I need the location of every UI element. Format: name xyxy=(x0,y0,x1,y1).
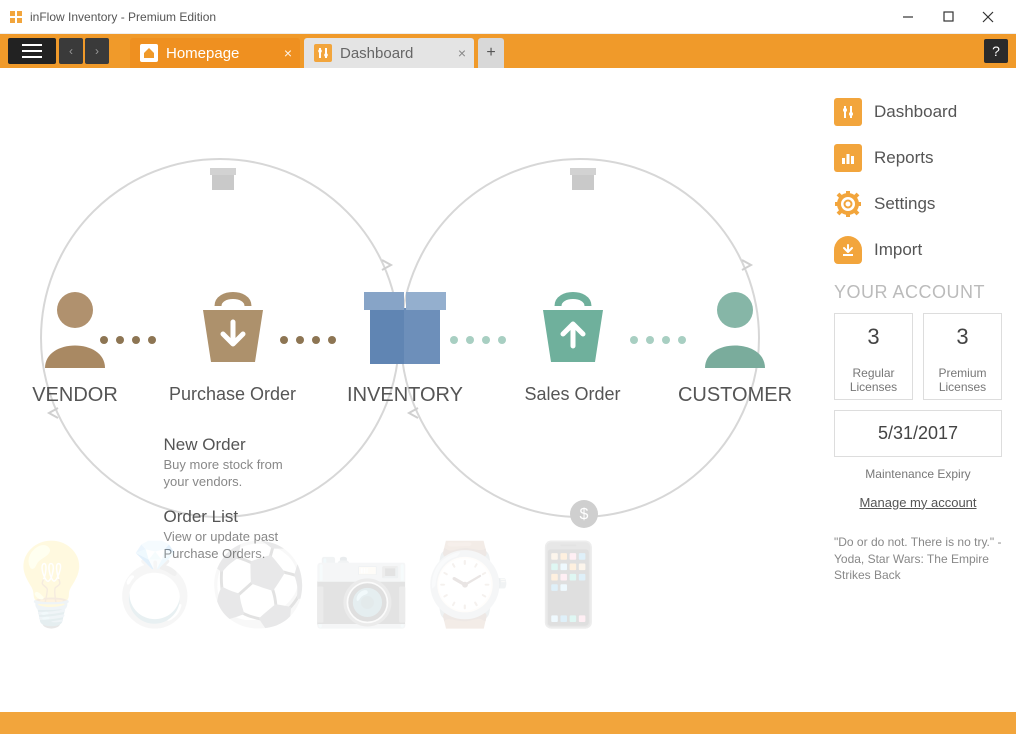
sidebar-label: Import xyxy=(874,240,922,260)
expiry-date: 5/31/2017 xyxy=(834,410,1002,457)
right-sidebar: Dashboard Reports Settings Import xyxy=(820,68,1016,712)
bar-chart-icon xyxy=(834,144,862,172)
sales-order-label: Sales Order xyxy=(503,384,643,405)
account-panel: YOUR ACCOUNT 3 Regular Licenses 3 Premiu… xyxy=(834,282,1002,584)
box-icon xyxy=(210,168,236,192)
box-icon xyxy=(570,168,596,192)
bag-down-icon xyxy=(193,288,273,368)
tab-homepage[interactable]: Homepage × xyxy=(130,38,300,68)
help-button[interactable]: ? xyxy=(984,39,1008,63)
customer-label: CUSTOMER xyxy=(670,384,800,407)
premium-label: Premium Licenses xyxy=(928,366,997,395)
gear-icon xyxy=(834,190,862,218)
tab-label: Homepage xyxy=(166,45,239,62)
premium-count: 3 xyxy=(928,324,997,350)
import-icon xyxy=(834,236,862,264)
sidebar-label: Settings xyxy=(874,194,935,214)
manage-account-link[interactable]: Manage my account xyxy=(834,495,1002,510)
sliders-icon xyxy=(314,44,332,62)
arrow-icon xyxy=(380,258,394,272)
sales-order-node[interactable]: Sales Order xyxy=(503,278,643,405)
tab-dashboard[interactable]: Dashboard × xyxy=(304,38,474,68)
workflow-canvas: $ VENDOR xyxy=(0,68,820,712)
connector-dots xyxy=(630,336,686,344)
sidebar-item-import[interactable]: Import xyxy=(834,236,1002,264)
window-title: inFlow Inventory - Premium Edition xyxy=(30,10,888,24)
nav-forward-button[interactable]: › xyxy=(85,38,109,64)
quote-text: "Do or do not. There is no try." -Yoda, … xyxy=(834,534,1002,584)
app-icon xyxy=(8,9,24,25)
tab-close-icon[interactable]: × xyxy=(458,45,466,61)
sidebar-label: Dashboard xyxy=(874,102,957,122)
vendor-label: VENDOR xyxy=(20,384,130,407)
connector-dots xyxy=(450,336,506,344)
window-titlebar: inFlow Inventory - Premium Edition xyxy=(0,0,1016,34)
nav-back-button[interactable]: ‹ xyxy=(59,38,83,64)
bag-up-icon xyxy=(533,288,613,368)
account-header: YOUR ACCOUNT xyxy=(834,282,1002,303)
arrow-icon xyxy=(740,258,754,272)
premium-licenses-box: 3 Premium Licenses xyxy=(923,313,1002,400)
home-icon xyxy=(140,44,158,62)
expiry-label: Maintenance Expiry xyxy=(834,467,1002,481)
sidebar-item-reports[interactable]: Reports xyxy=(834,144,1002,172)
inventory-label: INVENTORY xyxy=(335,384,475,407)
hamburger-menu-button[interactable] xyxy=(8,38,56,64)
sliders-icon xyxy=(834,98,862,126)
purchase-order-label: Purchase Order xyxy=(158,384,308,405)
tab-bar: Homepage × Dashboard × + xyxy=(130,34,504,68)
tab-close-icon[interactable]: × xyxy=(284,45,292,61)
minimize-button[interactable] xyxy=(888,2,928,32)
person-icon xyxy=(40,288,110,368)
person-icon xyxy=(700,288,770,368)
regular-count: 3 xyxy=(839,324,908,350)
sidebar-item-dashboard[interactable]: Dashboard xyxy=(834,98,1002,126)
tab-label: Dashboard xyxy=(340,45,413,62)
close-button[interactable] xyxy=(968,2,1008,32)
regular-licenses-box: 3 Regular Licenses xyxy=(834,313,913,400)
regular-label: Regular Licenses xyxy=(839,366,908,395)
footer-bar xyxy=(0,712,1016,734)
new-order-link[interactable]: New Order xyxy=(164,435,308,455)
customer-node[interactable]: CUSTOMER xyxy=(670,278,800,407)
box-icon xyxy=(362,288,448,368)
add-tab-button[interactable]: + xyxy=(478,38,504,68)
connector-dots xyxy=(100,336,156,344)
connector-dots xyxy=(280,336,336,344)
background-doodles: 💡💍⚽📷⌚📱 xyxy=(0,480,620,690)
maximize-button[interactable] xyxy=(928,2,968,32)
sidebar-label: Reports xyxy=(874,148,934,168)
sidebar-item-settings[interactable]: Settings xyxy=(834,190,1002,218)
main-toolbar: ‹ › Homepage × Dashboard × + ? xyxy=(0,34,1016,68)
